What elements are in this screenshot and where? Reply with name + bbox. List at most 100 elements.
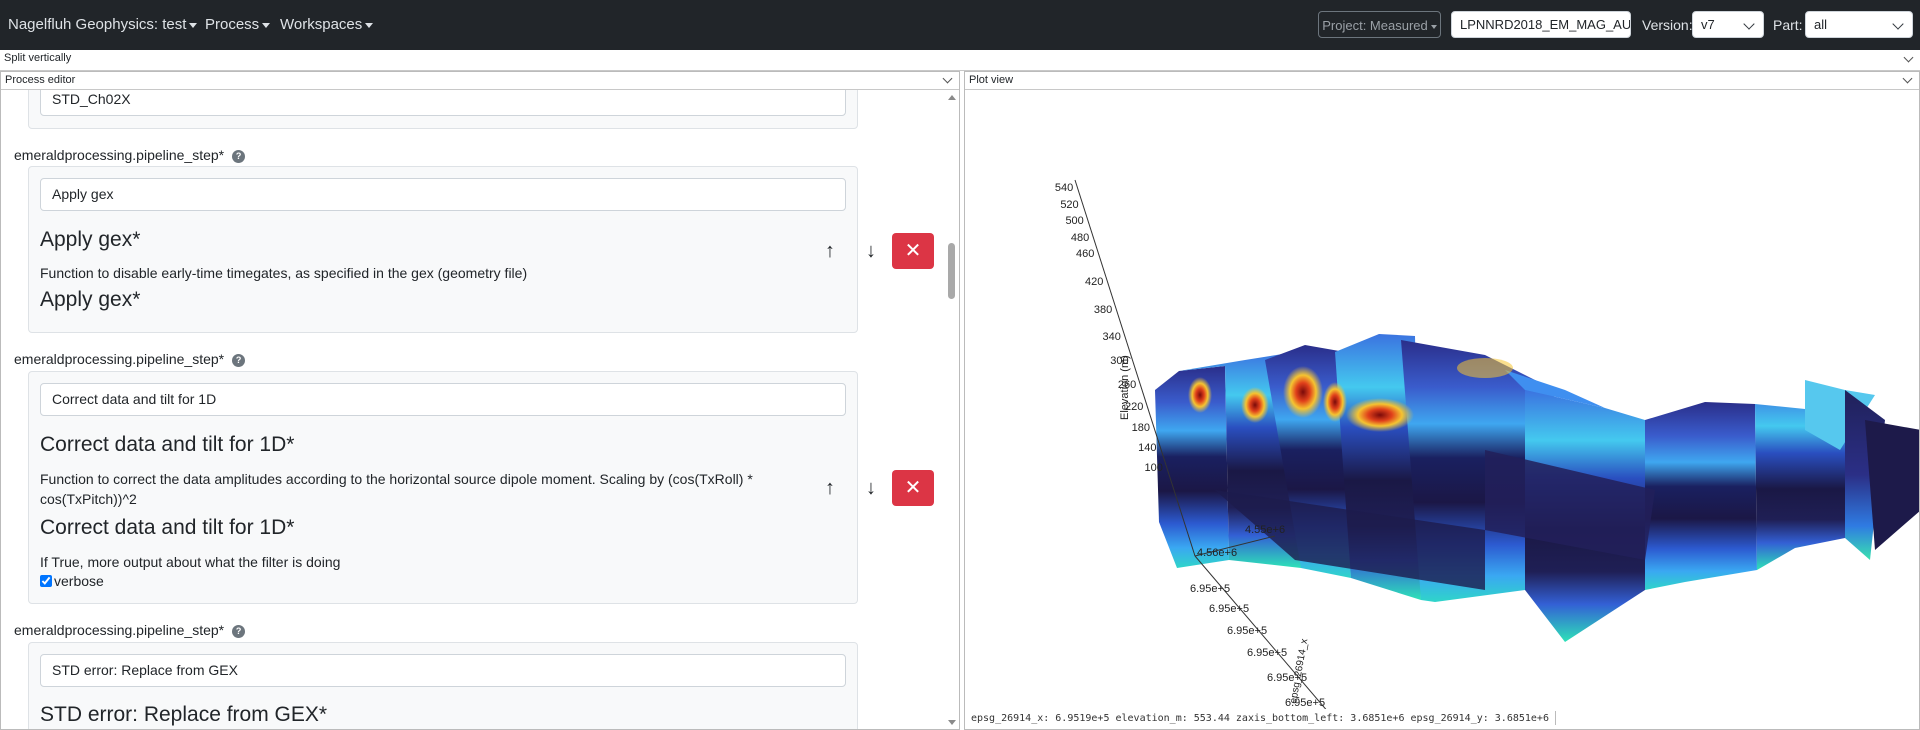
x-tick-label: 6.95e+5 [1227,625,1267,637]
top-navbar: Nagelfluh Geophysics: test Process Works… [0,0,1920,50]
arrow-up-icon: ↑ [825,240,835,262]
z-tick-label: 480 [1071,232,1089,244]
param-help-text: If True, more output about what the filt… [40,554,341,570]
caret-down-icon [365,22,374,28]
z-axis-line [1074,179,1196,557]
y-tick-label: 4.55e+6 [1245,524,1285,536]
process-menu-label: Process [205,16,260,33]
z-tick-label: 140 [1138,442,1156,454]
step-title: Correct data and tilt for 1D* [40,433,295,456]
step-name-input[interactable]: Apply gex [40,178,846,211]
anomaly-hotspot [1323,382,1347,422]
x-tick-label: 6.95e+5 [1247,647,1287,659]
scrollbar-thumb[interactable] [948,243,955,299]
z-tick-label: 100 [1144,462,1162,474]
step-title: Apply gex* [40,228,141,251]
anomaly-hotspot [1457,358,1513,378]
plot-view-header[interactable]: Plot view [965,72,1919,90]
anomaly-hotspot [1241,387,1269,423]
step-subtitle: Correct data and tilt for 1D* [40,516,295,539]
delete-step-button[interactable]: ✕ [892,233,934,269]
pipeline-step-card: STD error: Replace from GEX STD error: R… [28,642,858,729]
version-select[interactable]: v7 [1692,11,1764,38]
step-description: Function to disable early-time timegates… [40,265,528,281]
arrow-down-icon: ↓ [866,477,876,499]
scroll-up-icon[interactable] [948,95,956,100]
pipeline-step-label-text: emeraldprocessing.pipeline_step* [14,147,225,163]
pipeline-step-label: emeraldprocessing.pipeline_step*? [14,147,246,163]
x-tick-label: 6.95e+5 [1209,603,1249,615]
anomaly-hotspot [1346,398,1414,432]
pipeline-step-card: STD_Ch02X [28,90,858,129]
help-icon[interactable]: ? [232,149,246,163]
move-down-button[interactable]: ↓ [859,239,883,263]
step-name-value: STD_Ch02X [52,91,131,107]
z-axis-ticks: 5405205004804604203803403002602201801401… [1055,182,1163,474]
move-down-button[interactable]: ↓ [859,476,883,500]
plot-view-title: Plot view [969,74,1014,86]
workspaces-menu[interactable]: Workspaces [280,0,374,50]
process-editor-title: Process editor [5,74,76,86]
brand-label: Nagelfluh Geophysics: test [8,16,187,33]
split-toggle[interactable]: Split vertically [0,50,1920,71]
project-button-label: Project: Measured [1322,18,1428,33]
chevron-down-icon [942,73,953,84]
delete-step-button[interactable]: ✕ [892,470,934,506]
z-tick-label: 520 [1060,199,1078,211]
project-button[interactable]: Project: Measured [1318,11,1441,38]
plot-canvas[interactable]: 540 520 500 480 460 420 380 340 300 260 220 180 140 1… [965,90,1919,729]
part-select[interactable]: all [1805,11,1913,38]
dataset-input[interactable]: LPNNRD2018_EM_MAG_AUX [1451,11,1631,38]
process-menu[interactable]: Process [205,0,271,50]
x-tick-label: 6.95e+5 [1190,583,1230,595]
process-editor-pane: Process editor STD_Ch02X emeraldprocessi… [0,71,960,730]
step-description: Function to correct the data amplitudes … [40,471,753,507]
close-icon: ✕ [904,477,922,499]
arrow-up-icon: ↑ [825,477,835,499]
workspaces-menu-label: Workspaces [280,16,363,33]
step-name-input[interactable]: STD error: Replace from GEX [40,654,846,687]
verbose-checkbox-input[interactable] [40,575,52,587]
version-label: Version: [1642,17,1693,33]
pipeline-step-label-text: emeraldprocessing.pipeline_step* [14,351,225,367]
chevron-down-icon [1903,52,1914,63]
step-name-value: Apply gex [52,186,114,202]
part-value: all [1814,17,1828,32]
help-icon[interactable]: ? [232,353,246,367]
dataset-value: LPNNRD2018_EM_MAG_AUX [1460,17,1631,32]
pipeline-step-label: emeraldprocessing.pipeline_step*? [14,622,246,638]
caret-down-icon [189,22,198,28]
verbose-checkbox-label: verbose [54,573,104,589]
3d-section-plot[interactable]: 5405205004804604203803403002602201801401… [965,90,1919,709]
chevron-down-icon [1743,18,1755,30]
help-icon[interactable]: ? [232,624,246,638]
editor-scrollbar[interactable] [944,90,959,729]
caret-down-icon [262,22,271,28]
pipeline-step-label-text: emeraldprocessing.pipeline_step* [14,622,225,638]
close-icon: ✕ [904,240,922,262]
process-editor-body: STD_Ch02X emeraldprocessing.pipeline_ste… [1,90,959,729]
hover-status-text: epsg_26914_x: 6.9519e+5 elevation_m: 553… [971,713,1549,724]
process-editor-header[interactable]: Process editor [1,72,959,90]
verbose-checkbox[interactable]: verbose [40,573,104,589]
hover-status-readout: epsg_26914_x: 6.9519e+5 elevation_m: 553… [965,709,1919,729]
pipeline-step-card: Apply gex Apply gex* Function to disable… [28,166,858,333]
chevron-down-icon [1902,73,1913,84]
move-up-button[interactable]: ↑ [818,476,842,500]
part-label: Part: [1773,17,1803,33]
step-title: STD error: Replace from GEX* [40,703,328,726]
status-divider [1554,711,1556,725]
z-tick-label: 500 [1065,215,1083,227]
z-tick-label: 380 [1094,304,1112,316]
z-tick-label: 180 [1132,422,1150,434]
move-up-button[interactable]: ↑ [818,239,842,263]
z-tick-label: 340 [1103,331,1121,343]
scroll-down-icon[interactable] [948,720,956,725]
step-name-value: Correct data and tilt for 1D [52,391,217,407]
step-name-input[interactable]: STD_Ch02X [40,90,846,116]
z-tick-label: 420 [1085,276,1103,288]
caret-down-icon [1430,24,1437,29]
step-name-input[interactable]: Correct data and tilt for 1D [40,383,846,416]
brand-menu[interactable]: Nagelfluh Geophysics: test [8,0,198,50]
z-tick-label: 540 [1055,182,1073,194]
